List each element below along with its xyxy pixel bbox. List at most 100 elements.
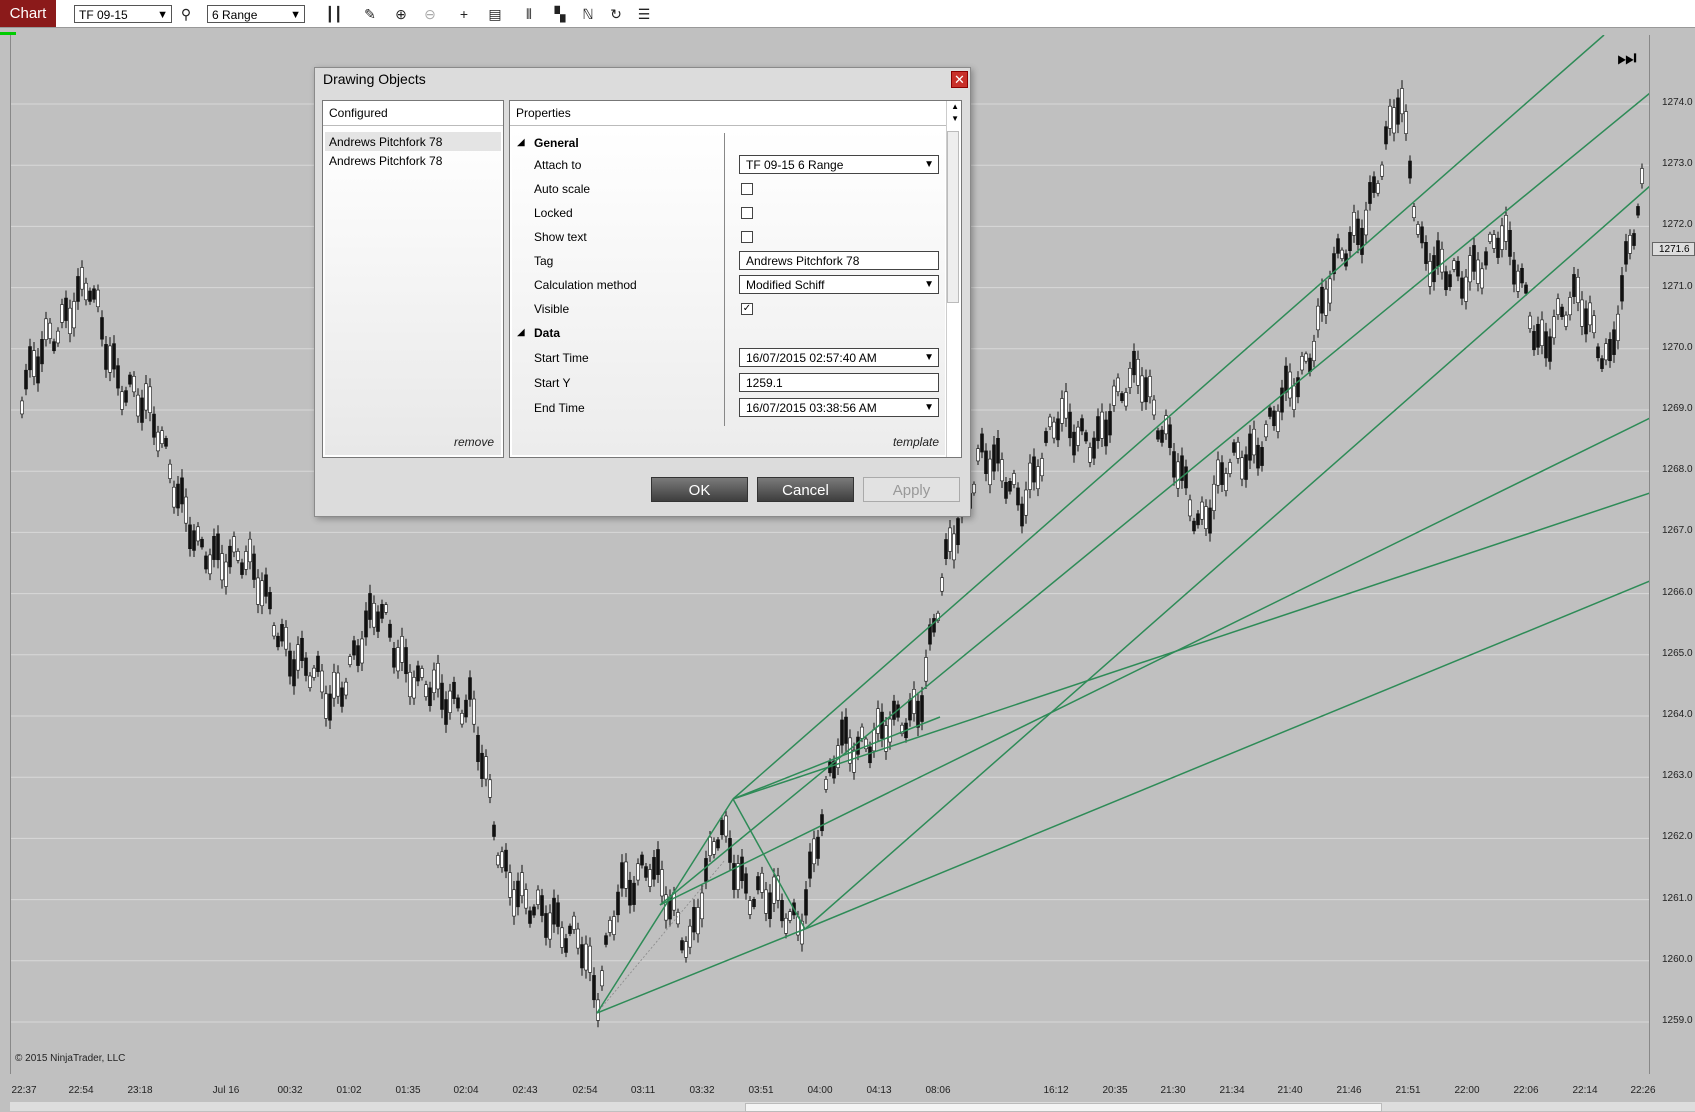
candle-body bbox=[588, 945, 592, 973]
show-text-checkbox[interactable] bbox=[741, 231, 753, 243]
bar-style-icon[interactable]: ┃┃ bbox=[324, 4, 344, 24]
visible-checkbox[interactable]: ✓ bbox=[741, 303, 753, 315]
candle-body bbox=[1600, 358, 1604, 369]
scroll-to-end-icon[interactable]: ⏭ bbox=[1617, 45, 1637, 71]
time-axis-label: 20:35 bbox=[1102, 1085, 1128, 1096]
candle-body bbox=[712, 841, 716, 855]
zoom-in-icon[interactable]: ⊕ bbox=[391, 4, 411, 24]
apply-button[interactable]: Apply bbox=[863, 477, 960, 502]
candle-body bbox=[1316, 305, 1320, 331]
candle-body bbox=[1420, 226, 1424, 244]
candle-body bbox=[224, 561, 228, 587]
close-icon[interactable]: ✕ bbox=[951, 71, 968, 88]
candle-body bbox=[940, 577, 944, 592]
price-axis-label: 1266.0 bbox=[1662, 586, 1693, 598]
candle-body bbox=[508, 872, 512, 898]
candle-body bbox=[392, 647, 396, 668]
price-axis[interactable] bbox=[1650, 35, 1695, 1074]
candle-body bbox=[480, 752, 484, 779]
configured-item[interactable]: Andrews Pitchfork 78 bbox=[329, 154, 442, 168]
candle-body bbox=[920, 695, 924, 722]
strategies-icon[interactable]: ▚ bbox=[550, 4, 570, 24]
section-general[interactable]: General bbox=[534, 136, 579, 150]
scroll-up-icon[interactable]: ▲ bbox=[951, 102, 959, 111]
time-axis-label: 04:00 bbox=[807, 1085, 833, 1096]
candle-body bbox=[628, 879, 632, 906]
indicators-icon[interactable]: ⫴ bbox=[519, 4, 539, 24]
candle-body bbox=[492, 824, 496, 837]
candle-body bbox=[284, 627, 288, 650]
candle-body bbox=[600, 970, 604, 987]
candle-body bbox=[1160, 429, 1164, 443]
candle-body bbox=[108, 345, 112, 373]
period-select[interactable]: 6 Range ▼ bbox=[207, 5, 305, 23]
candle-body bbox=[412, 677, 416, 699]
candle-body bbox=[1168, 424, 1172, 448]
scrollbar-thumb[interactable] bbox=[947, 131, 959, 303]
time-axis-label: 21:51 bbox=[1395, 1085, 1421, 1096]
collapse-triangle-icon[interactable]: ◢ bbox=[517, 327, 525, 338]
candle-body bbox=[60, 304, 64, 323]
zoom-out-icon[interactable]: ⊖ bbox=[420, 4, 440, 24]
locked-checkbox[interactable] bbox=[741, 207, 753, 219]
candle-body bbox=[1380, 164, 1384, 177]
section-data[interactable]: Data bbox=[534, 326, 560, 340]
start-time-select[interactable]: 16/07/2015 02:57:40 AM ▼ bbox=[739, 348, 939, 367]
calculation-method-select[interactable]: Modified Schiff ▼ bbox=[739, 275, 939, 294]
reload-icon[interactable]: ↻ bbox=[606, 4, 626, 24]
tag-input[interactable]: Andrews Pitchfork 78 bbox=[739, 251, 939, 270]
candle-body bbox=[804, 889, 808, 916]
search-icon[interactable]: ⚲ bbox=[176, 4, 196, 24]
scroll-down-icon[interactable]: ▼ bbox=[951, 114, 959, 123]
auto-scale-checkbox[interactable] bbox=[741, 183, 753, 195]
candle-body bbox=[324, 693, 328, 719]
collapse-triangle-icon[interactable]: ◢ bbox=[517, 137, 525, 148]
instrument-select[interactable]: TF 09-15 ▼ bbox=[74, 5, 172, 23]
candle-body bbox=[1196, 513, 1200, 526]
candle-body bbox=[1612, 329, 1616, 355]
remove-link[interactable]: remove bbox=[454, 435, 494, 449]
candle-body bbox=[576, 928, 580, 949]
pencil-icon[interactable]: ✎ bbox=[360, 4, 380, 24]
candle-body bbox=[644, 866, 648, 878]
configured-item[interactable]: Andrews Pitchfork 78 bbox=[329, 135, 442, 149]
attach-to-select[interactable]: TF 09-15 6 Range ▼ bbox=[739, 155, 939, 174]
candle-body bbox=[236, 551, 240, 561]
candle-body bbox=[872, 729, 876, 752]
drawing-tools-icon[interactable]: ℕ bbox=[578, 4, 598, 24]
chart-tab[interactable]: Chart bbox=[0, 0, 56, 27]
candle-body bbox=[204, 555, 208, 570]
prop-label-tag: Tag bbox=[534, 254, 554, 268]
properties-icon[interactable]: ☰ bbox=[634, 4, 654, 24]
candle-body bbox=[1156, 430, 1160, 440]
candle-body bbox=[1044, 431, 1048, 443]
candle-body bbox=[1056, 418, 1060, 441]
candle-body bbox=[504, 849, 508, 872]
ok-button[interactable]: OK bbox=[651, 477, 748, 502]
candle-body bbox=[380, 604, 384, 619]
crosshair-icon[interactable]: + bbox=[454, 4, 474, 24]
candle-body bbox=[1336, 238, 1340, 254]
copyright-text: © 2015 NinjaTrader, LLC bbox=[15, 1053, 126, 1064]
candle-body bbox=[1000, 459, 1004, 482]
candle-body bbox=[844, 716, 848, 744]
candle-body bbox=[1416, 224, 1420, 235]
candle-body bbox=[716, 839, 720, 849]
data-box-icon[interactable]: ▤ bbox=[485, 4, 505, 24]
price-axis-label: 1262.0 bbox=[1662, 831, 1693, 843]
candle-body bbox=[1192, 520, 1196, 532]
property-grid-scrollbar[interactable]: ▲ ▼ bbox=[946, 101, 961, 457]
candle-body bbox=[1572, 274, 1576, 297]
candle-body bbox=[1152, 399, 1156, 416]
template-link[interactable]: template bbox=[893, 435, 939, 449]
candle-body bbox=[632, 882, 636, 905]
candle-body bbox=[1104, 419, 1108, 447]
price-axis-label: 1268.0 bbox=[1662, 464, 1693, 476]
candle-body bbox=[208, 554, 212, 575]
property-grid-divider[interactable] bbox=[724, 133, 725, 426]
start-y-input[interactable]: 1259.1 bbox=[739, 373, 939, 392]
end-time-select[interactable]: 16/07/2015 03:38:56 AM ▼ bbox=[739, 398, 939, 417]
candle-body bbox=[916, 700, 920, 728]
cancel-button[interactable]: Cancel bbox=[757, 477, 854, 502]
candle-body bbox=[1032, 456, 1036, 483]
